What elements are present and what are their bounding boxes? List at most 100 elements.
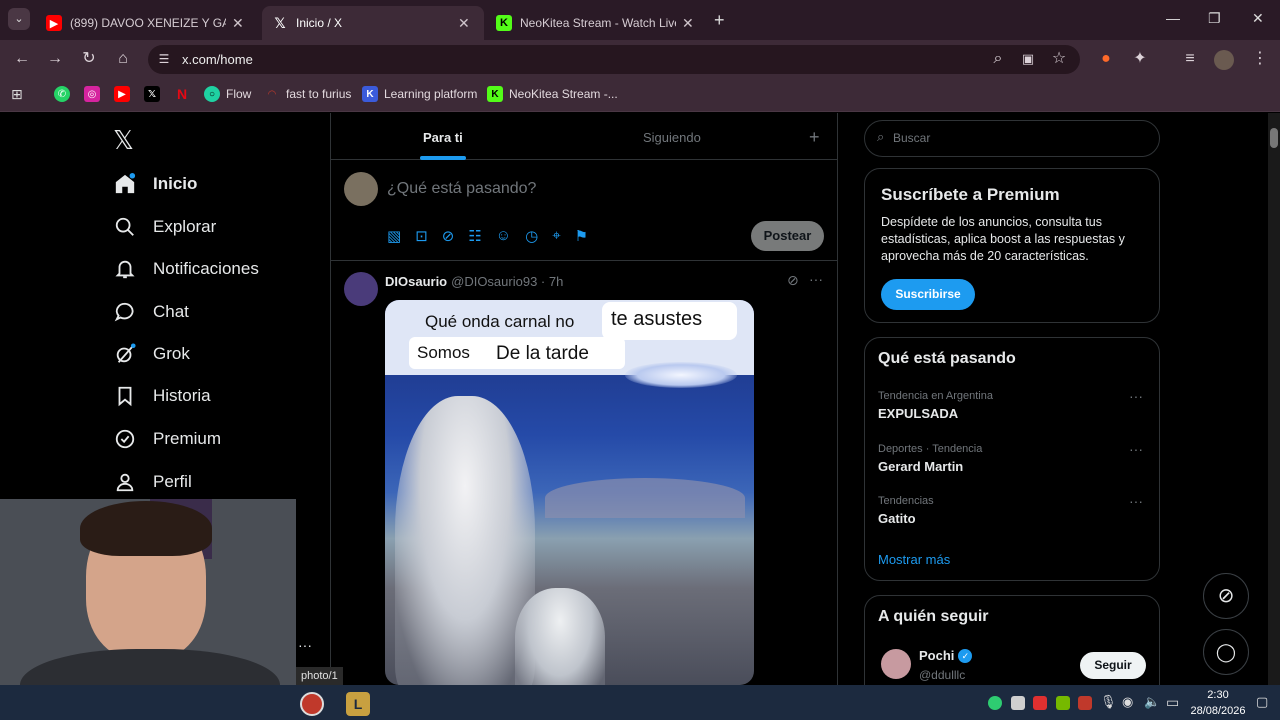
ufo-shape xyxy=(625,362,737,388)
sidebar-item-perfil[interactable]: Perfil xyxy=(113,465,192,499)
new-tab-button[interactable]: + xyxy=(714,10,725,31)
bookmark-netflix[interactable]: N xyxy=(174,86,196,102)
subscribe-button[interactable]: Suscribirse xyxy=(881,279,975,310)
grok-icon xyxy=(113,342,137,366)
bookmark-learning[interactable]: K Learning platform xyxy=(362,86,477,102)
sidebar-item-historia[interactable]: Historia xyxy=(113,379,211,413)
sidebar-item-label: Explorar xyxy=(153,217,217,236)
x-logo-icon[interactable]: 𝕏 xyxy=(113,125,134,156)
reload-icon[interactable]: ↻ xyxy=(79,49,99,69)
scrollbar[interactable] xyxy=(1268,113,1280,685)
apps-icon[interactable]: ⊞ xyxy=(11,86,23,103)
more-icon[interactable]: ··· xyxy=(1129,388,1143,404)
extensions-icon[interactable]: ✦ xyxy=(1130,49,1150,69)
display-icon[interactable]: ▭ xyxy=(1166,694,1179,711)
nvidia-icon[interactable] xyxy=(1056,696,1070,710)
app-icon[interactable] xyxy=(300,692,324,716)
league-app-icon[interactable]: L xyxy=(346,692,370,716)
site-info-icon[interactable]: ☰ xyxy=(154,49,174,69)
microphone-icon[interactable]: 🎙 xyxy=(1100,694,1117,710)
media-icon[interactable]: ≡ xyxy=(1180,49,1200,69)
network-icon[interactable]: ◉ xyxy=(1122,694,1133,710)
install-icon[interactable]: ▣ xyxy=(1018,49,1038,69)
post-image[interactable]: Qué onda carnal no te asustes Somos De l… xyxy=(385,300,754,685)
bookmark-youtube[interactable]: ▶ xyxy=(114,86,136,102)
address-bar[interactable] xyxy=(148,45,1080,74)
maximize-button[interactable]: ❐ xyxy=(1208,10,1221,27)
minimize-button[interactable]: — xyxy=(1166,10,1180,26)
schedule-icon[interactable]: ◷ xyxy=(525,227,538,245)
more-options-icon[interactable]: ··· xyxy=(298,637,312,653)
extension-fox-icon[interactable]: ● xyxy=(1096,49,1116,69)
zoom-icon[interactable]: ⌕ xyxy=(988,49,1008,69)
tab-siguiendo[interactable]: Siguiendo xyxy=(643,130,701,145)
bookmark-fast[interactable]: ◠ fast to furius xyxy=(264,86,351,102)
trend-item[interactable]: Deportes · Tendencia Gerard Martin xyxy=(878,443,982,474)
sidebar-item-explorar[interactable]: Explorar xyxy=(113,210,216,244)
post-button[interactable]: Postear xyxy=(751,221,824,251)
chat-float-button[interactable]: ◯ xyxy=(1203,629,1249,675)
grok-post-icon[interactable]: ⊘ xyxy=(787,272,799,289)
bookmark-instagram[interactable]: ◎ xyxy=(84,86,106,102)
tray-icon[interactable] xyxy=(988,696,1002,710)
bookmark-x[interactable]: 𝕏 xyxy=(144,86,166,102)
compose-input[interactable]: ¿Qué está pasando? xyxy=(387,180,536,198)
sidebar-item-chat[interactable]: Chat xyxy=(113,295,189,329)
follow-button[interactable]: Seguir xyxy=(1080,652,1146,679)
post-author[interactable]: DIOsaurio xyxy=(385,274,447,289)
close-icon[interactable]: ✕ xyxy=(232,15,244,32)
clock-time[interactable]: 2:30 xyxy=(1188,689,1248,701)
image-icon[interactable]: ▧ xyxy=(387,227,401,245)
add-tab-icon[interactable]: + xyxy=(809,127,820,148)
sidebar-item-label: Premium xyxy=(153,429,222,448)
tab-kick[interactable]: K NeoKitea Stream - Watch Live o ✕ xyxy=(486,6,708,40)
volume-icon[interactable]: 🔈 xyxy=(1144,694,1160,710)
avatar[interactable] xyxy=(344,172,378,206)
emoji-icon[interactable]: ☺ xyxy=(496,227,511,245)
close-icon[interactable]: ✕ xyxy=(458,15,470,32)
tab-para-ti[interactable]: Para ti xyxy=(423,130,463,145)
url-text[interactable]: x.com/home xyxy=(182,52,253,67)
bookmark-flow[interactable]: ○ Flow xyxy=(204,86,251,102)
menu-icon[interactable]: ⋮ xyxy=(1250,49,1270,69)
search-input[interactable]: Buscar xyxy=(893,131,930,145)
meme-text: De la tarde xyxy=(496,343,589,364)
bookmark-whatsapp[interactable]: ✆ xyxy=(54,86,76,102)
bookmark-neokitea[interactable]: K NeoKitea Stream -... xyxy=(487,86,618,102)
home-browser-icon[interactable]: ⌂ xyxy=(113,49,133,69)
grok-float-button[interactable]: ⊘ xyxy=(1203,573,1249,619)
tab-x[interactable]: 𝕏 Inicio / X ✕ xyxy=(262,6,484,40)
follow-user[interactable]: Pochi ✓ xyxy=(919,648,973,663)
show-more-link[interactable]: Mostrar más xyxy=(878,552,950,567)
star-icon[interactable]: ☆ xyxy=(1049,49,1069,69)
trend-item[interactable]: Tendencias Gatito xyxy=(878,495,934,526)
poll-icon[interactable]: ☷ xyxy=(468,227,481,245)
tab-youtube[interactable]: ▶ (899) DAVOO XENEIZE Y GASTÓ ✕ xyxy=(36,6,258,40)
gif-icon[interactable]: ⊡ xyxy=(415,227,428,245)
more-icon[interactable]: ··· xyxy=(1129,493,1143,509)
avatar[interactable] xyxy=(344,272,378,306)
flag-icon[interactable]: ⚑ xyxy=(575,227,588,245)
close-icon[interactable]: ✕ xyxy=(682,15,694,32)
sidebar-item-premium[interactable]: Premium xyxy=(113,422,221,456)
sidebar-item-inicio[interactable]: Inicio xyxy=(113,167,197,201)
location-icon[interactable]: ⌖ xyxy=(552,227,560,245)
forward-icon[interactable]: → xyxy=(45,49,65,69)
notification-icon[interactable]: ▢ xyxy=(1256,694,1268,710)
back-icon[interactable]: ← xyxy=(12,49,32,69)
tray-icon[interactable] xyxy=(1078,696,1092,710)
close-window-button[interactable]: ✕ xyxy=(1252,10,1264,27)
clock-date[interactable]: 28/08/2026 xyxy=(1186,705,1250,717)
sidebar-item-notificaciones[interactable]: Notificaciones xyxy=(113,252,259,286)
grok-compose-icon[interactable]: ⊘ xyxy=(442,227,455,245)
more-icon[interactable]: ··· xyxy=(809,271,823,287)
calculator-icon[interactable] xyxy=(1011,696,1025,710)
tray-icon[interactable] xyxy=(1033,696,1047,710)
profile-avatar[interactable] xyxy=(1214,50,1234,70)
scrollbar-thumb[interactable] xyxy=(1270,128,1278,148)
tab-search-button[interactable]: ⌄ xyxy=(8,8,30,30)
more-icon[interactable]: ··· xyxy=(1129,441,1143,457)
sidebar-item-grok[interactable]: Grok xyxy=(113,337,190,371)
avatar[interactable] xyxy=(881,649,911,679)
trend-item[interactable]: Tendencia en Argentina EXPULSADA xyxy=(878,390,993,421)
